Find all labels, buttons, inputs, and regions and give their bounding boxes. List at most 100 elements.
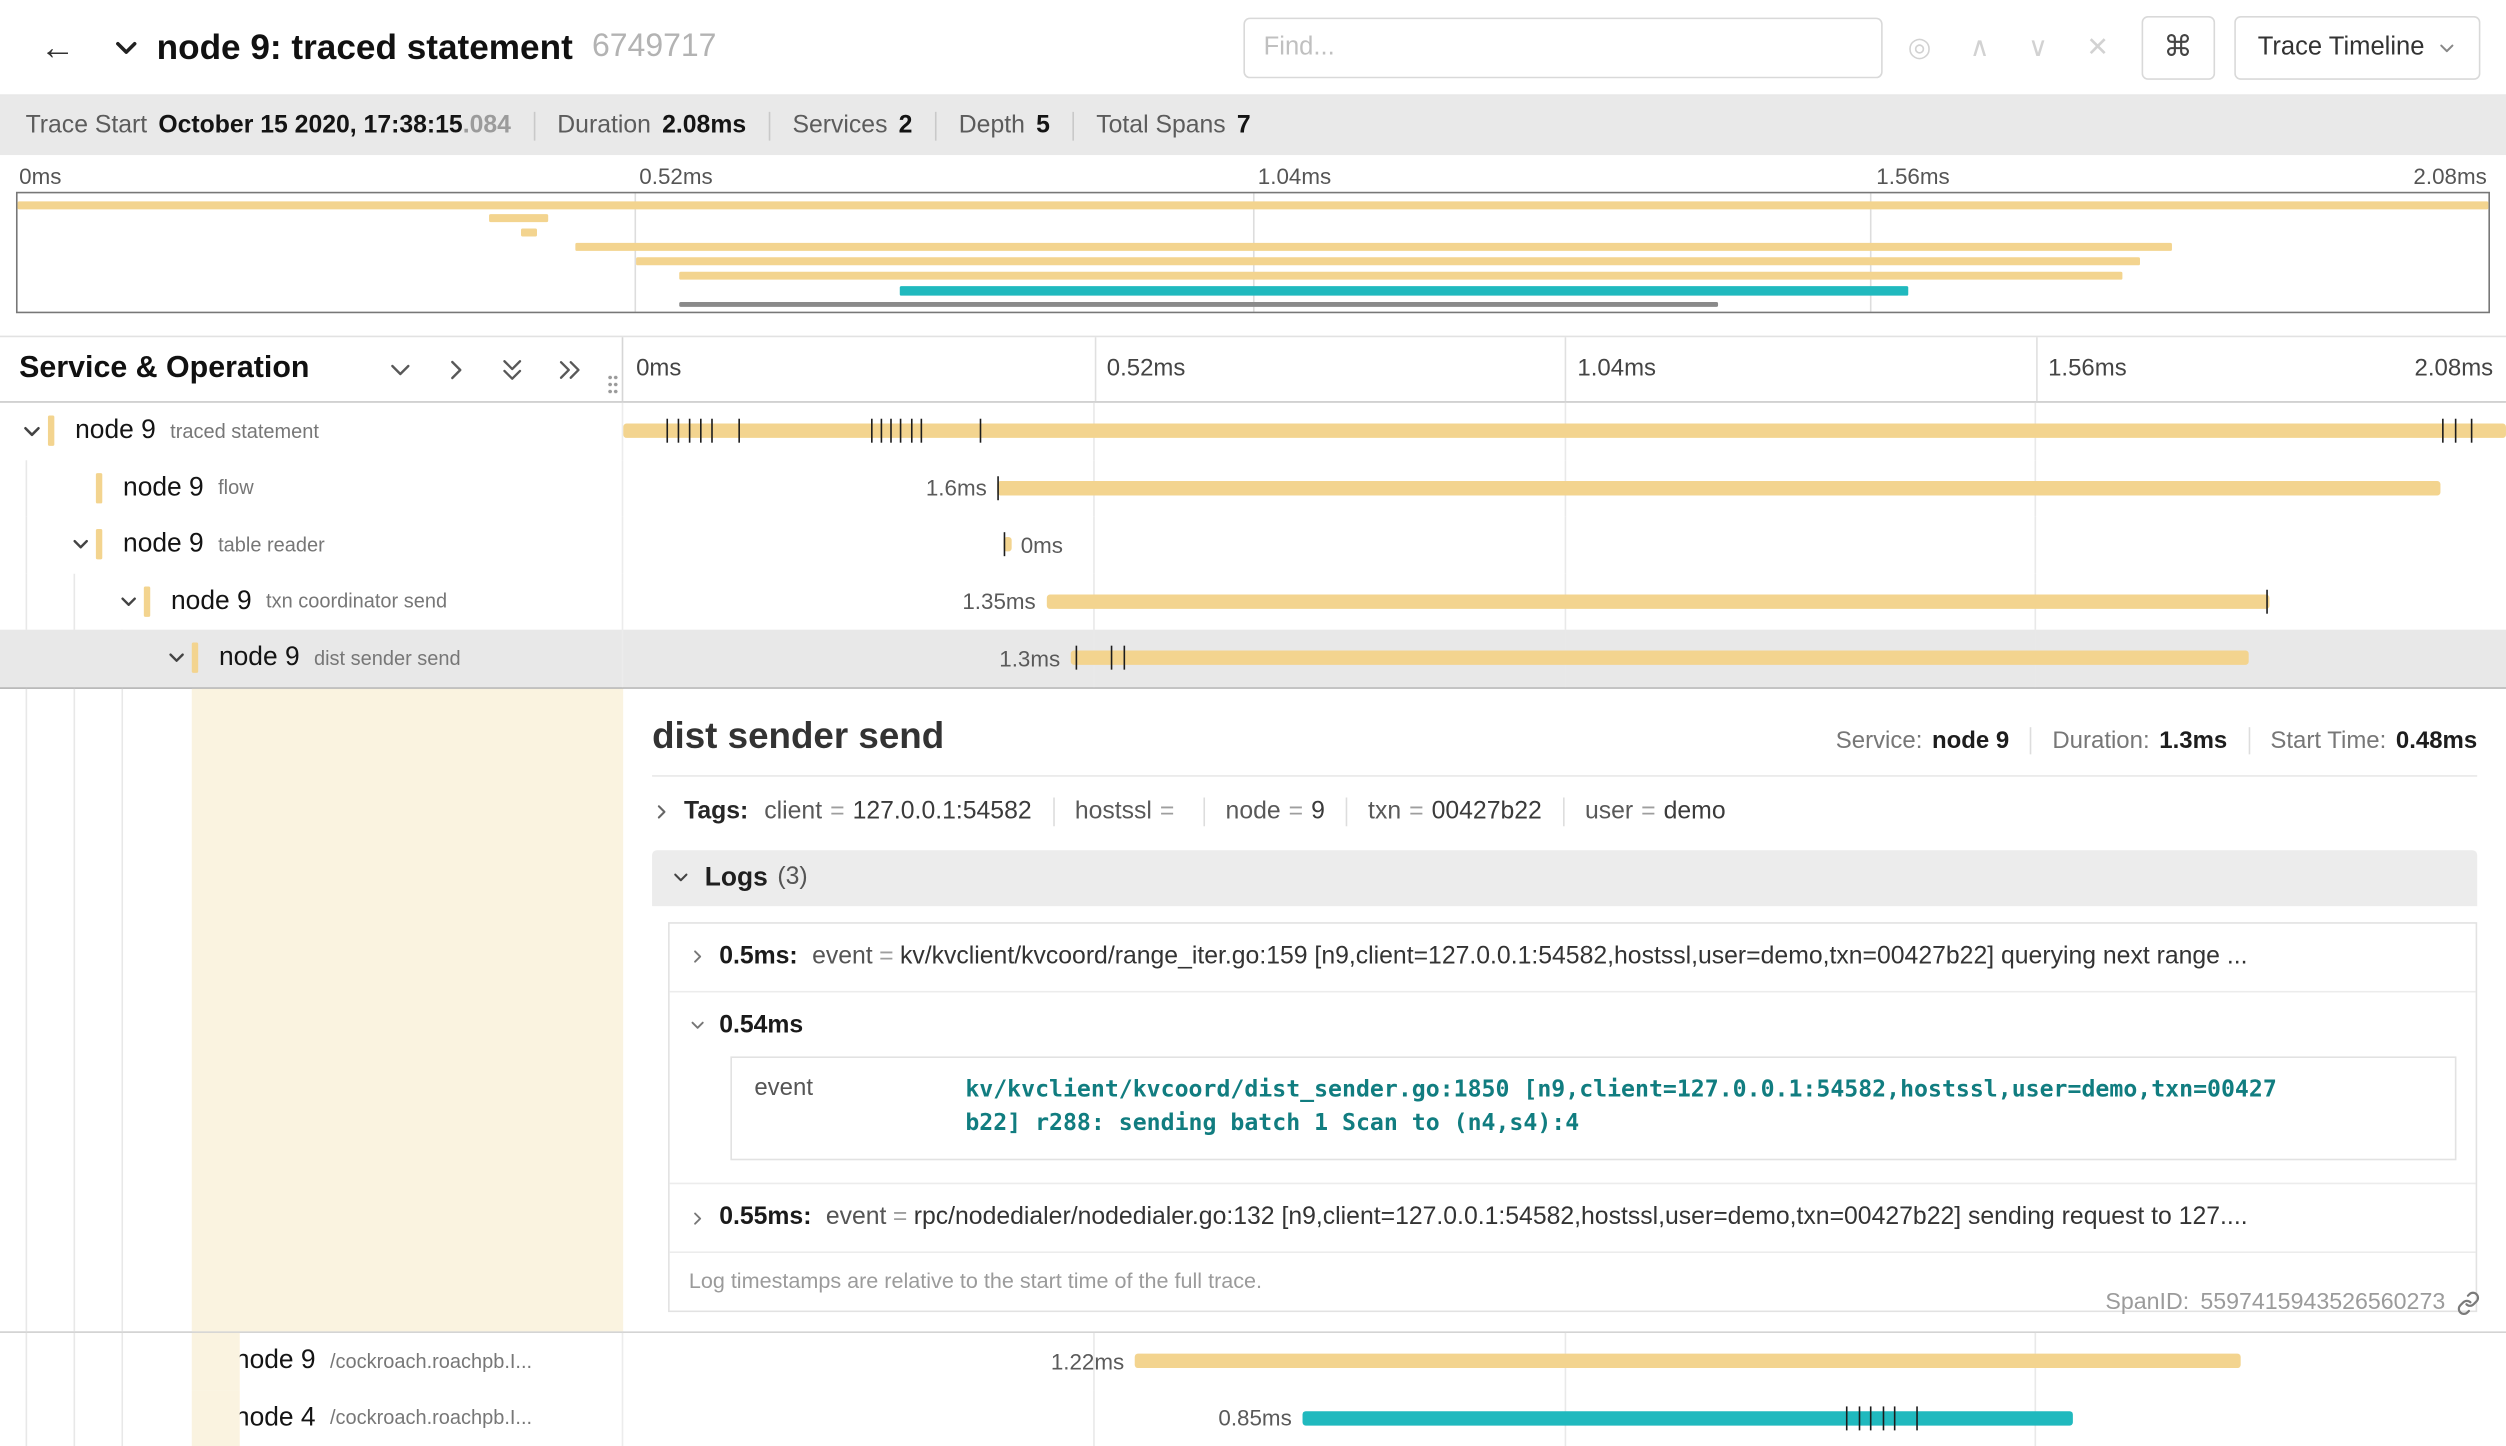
log-entry-toggle[interactable]: 0.5ms: event=kv/kvclient/kvcoord/range_i… (689, 942, 2457, 971)
clear-search-icon[interactable]: ✕ (2086, 34, 2109, 61)
span-service: node 9 (123, 473, 204, 503)
minimap-canvas[interactable] (16, 192, 2490, 313)
log-marker (678, 419, 680, 443)
span-color-indicator (192, 643, 198, 673)
span-row-dist-sender-send[interactable]: node 9 dist sender send 1.3ms (0, 630, 2506, 687)
tag-item: node=9 (1203, 797, 1325, 826)
span-bar-track[interactable]: 1.6ms (623, 459, 2506, 516)
logs-accordion-header[interactable]: Logs (3) (652, 849, 2477, 905)
span-row-flow[interactable]: node 9 flow 1.6ms (0, 459, 2506, 516)
collapse-all-icon[interactable] (500, 356, 524, 383)
span-bar[interactable] (623, 424, 2506, 438)
span-bar[interactable] (1071, 650, 2248, 664)
span-bar-track[interactable]: 1.35ms (623, 573, 2506, 630)
span-detail-title: dist sender send (652, 714, 944, 757)
chevron-right-icon (689, 1209, 707, 1227)
span-color-indicator (144, 586, 150, 616)
span-operation: flow (218, 477, 254, 499)
collapse-title-chevron-icon[interactable] (112, 33, 141, 62)
collapse-chevron-icon[interactable] (64, 534, 96, 555)
log-marker (998, 475, 1000, 499)
log-text: event=kv/kvclient/kvcoord/range_iter.go:… (812, 942, 2247, 971)
span-detail-row: dist sender send Service:node 9 Duration… (0, 686, 2506, 1332)
span-bar-track[interactable] (623, 403, 2506, 460)
ruler-tick-label: 0ms (636, 355, 681, 382)
span-id: SpanID: 5597415943526560273 (2105, 1290, 2480, 1316)
summary-depth: Depth5 (935, 111, 1050, 140)
next-match-icon[interactable]: ∨ (2028, 34, 2048, 61)
chevron-right-icon (652, 801, 671, 820)
span-detail-indent (0, 688, 623, 1331)
prev-match-icon[interactable]: ∧ (1970, 34, 1990, 61)
indent-guide (26, 573, 28, 630)
log-marker (1883, 1406, 1885, 1430)
match-highlight-icon[interactable]: ◎ (1908, 34, 1932, 61)
expand-one-icon[interactable] (444, 357, 468, 381)
selected-span-band (192, 1333, 240, 1390)
chevron-down-icon (2437, 38, 2456, 57)
log-text: event=rpc/nodedialer/nodedialer.go:132 [… (826, 1203, 2248, 1232)
span-bar[interactable] (1303, 1410, 2073, 1424)
trace-summary-bar: Trace Start October 15 2020, 17:38:15 .0… (0, 96, 2506, 155)
log-entry-toggle[interactable]: 0.55ms: event=rpc/nodedialer/nodedialer.… (689, 1203, 2457, 1232)
span-bar-track[interactable]: 1.22ms (623, 1333, 2506, 1390)
collapse-chevron-icon[interactable] (16, 420, 48, 442)
span-service: node 9 (219, 643, 300, 673)
chevron-right-icon (689, 948, 707, 966)
tag-item: client=127.0.0.1:54582 (764, 797, 1031, 826)
log-marker (1075, 646, 1077, 670)
span-id-value: 5597415943526560273 (2200, 1290, 2445, 1316)
log-timestamp: 0.55ms: (719, 1203, 811, 1232)
log-marker (2470, 419, 2472, 443)
log-marker (700, 419, 702, 443)
indent-guide (121, 1333, 123, 1390)
chevron-down-icon (671, 868, 690, 887)
indent-guide (74, 630, 76, 687)
span-row-cockroach-roachpb-n9[interactable]: node 9 /cockroach.roachpb.I... 1.22ms (0, 1333, 2506, 1390)
span-bar-track[interactable]: 0ms (623, 516, 2506, 573)
log-marker (1124, 646, 1126, 670)
span-row-txn-coordinator-send[interactable]: node 9 txn coordinator send 1.35ms (0, 573, 2506, 630)
collapse-chevron-icon[interactable] (112, 591, 144, 612)
indent-guide (74, 688, 76, 1331)
tag-item: txn=00427b22 (1346, 797, 1542, 826)
minimap-tick-label: 1.56ms (1876, 163, 1949, 189)
indent-guide (26, 1390, 28, 1446)
back-button[interactable]: ← (26, 15, 90, 79)
span-operation: /cockroach.roachpb.I... (330, 1350, 532, 1372)
span-bar-track[interactable]: 1.3ms (623, 630, 2506, 687)
span-row-traced-statement[interactable]: node 9 traced statement (0, 403, 2506, 460)
log-entry-toggle[interactable]: 0.54ms (689, 1011, 2457, 1040)
find-input[interactable] (1243, 17, 1882, 78)
collapse-chevron-icon[interactable] (160, 648, 192, 669)
ruler-tick-label: 1.04ms (1577, 355, 1656, 382)
keyboard-shortcuts-button[interactable]: ⌘ (2141, 15, 2215, 79)
span-duration-label: 1.6ms (926, 475, 987, 501)
tags-label: Tags: (684, 797, 748, 826)
log-marker (1111, 646, 1113, 670)
collapse-one-icon[interactable] (388, 357, 412, 381)
ruler-tick-label: 2.08ms (2415, 355, 2494, 382)
log-marker (1917, 1406, 1919, 1430)
span-row-table-reader[interactable]: node 9 table reader 0ms (0, 516, 2506, 573)
span-detail-header: dist sender send Service:node 9 Duration… (652, 714, 2477, 757)
expand-all-icon[interactable] (556, 357, 583, 381)
span-bar-track[interactable]: 0.85ms (623, 1390, 2506, 1446)
log-marker (1870, 1406, 1872, 1430)
span-id-label: SpanID: (2105, 1290, 2189, 1316)
tags-row[interactable]: Tags: client=127.0.0.1:54582 hostssl= no… (652, 797, 2477, 826)
log-field-value: kv/kvclient/kvcoord/dist_sender.go:1850 … (943, 1057, 2305, 1158)
log-timestamp: 0.5ms: (719, 942, 798, 971)
indent-guide (26, 459, 28, 516)
column-resize-grip[interactable] (607, 374, 618, 395)
span-row-cockroach-roachpb-n4[interactable]: node 4 /cockroach.roachpb.I... 0.85ms (0, 1390, 2506, 1446)
log-fields-table: event kv/kvclient/kvcoord/dist_sender.go… (730, 1056, 2456, 1161)
view-select-dropdown[interactable]: Trace Timeline (2234, 15, 2481, 79)
span-bar[interactable] (1047, 594, 2269, 608)
span-bar[interactable] (998, 480, 2440, 494)
minimap-tick-label: 0ms (19, 163, 61, 189)
span-bar[interactable] (1135, 1354, 2240, 1368)
log-marker (911, 419, 913, 443)
link-icon[interactable] (2456, 1291, 2480, 1315)
log-marker (872, 419, 874, 443)
